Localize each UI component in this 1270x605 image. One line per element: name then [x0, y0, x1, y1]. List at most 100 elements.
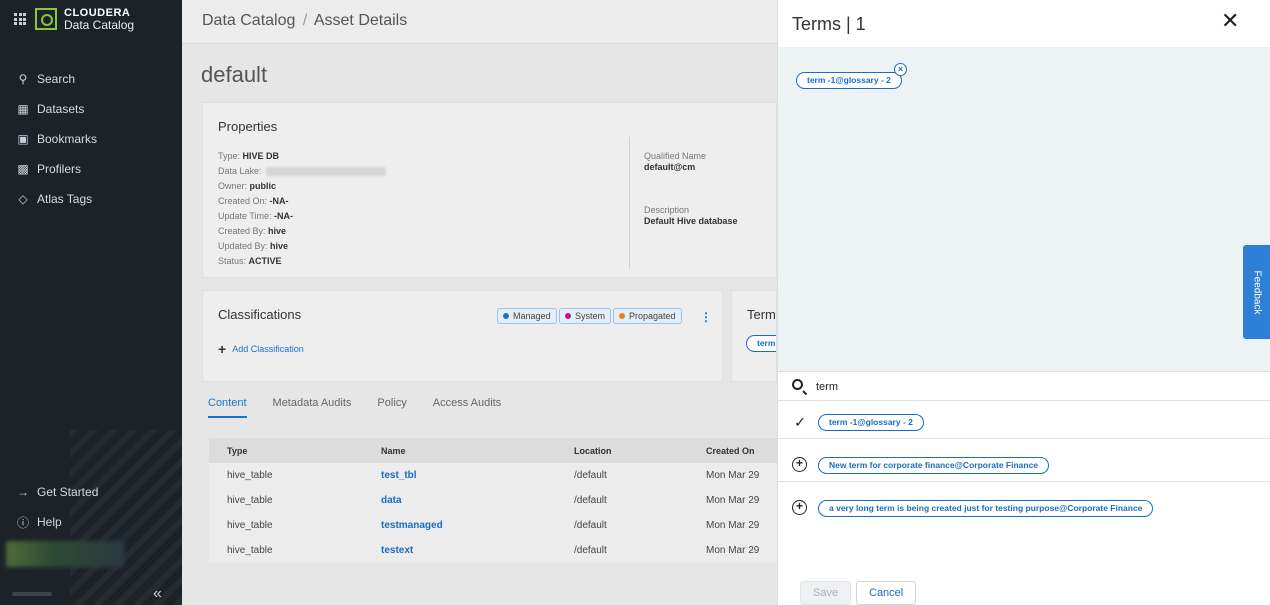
add-circle-icon[interactable]: +: [792, 457, 807, 472]
brand-subtitle: Data Catalog: [64, 18, 135, 32]
sidebar-item-label: Datasets: [37, 102, 85, 116]
result-term-pill[interactable]: term -1@glossary - 2: [818, 414, 924, 431]
cell-created-on: Mon Mar 29: [706, 470, 760, 481]
cell-type: hive_table: [227, 470, 273, 481]
prop-created-on: Created On: -NA-: [218, 196, 289, 206]
term-search-input[interactable]: [816, 378, 1246, 396]
search-result-row[interactable]: + New term for corporate finance@Corpora…: [778, 449, 1270, 482]
cell-location: /default: [574, 470, 607, 481]
column-header-type[interactable]: Type: [209, 446, 381, 456]
table-header: Type Name Location Created On: [209, 438, 777, 463]
cell-type: hive_table: [227, 545, 273, 556]
prop-type: Type: HIVE DB: [218, 151, 280, 161]
breadcrumb-separator: /: [302, 12, 308, 29]
user-profile[interactable]: [6, 541, 124, 567]
sidebar-item-label: Get Started: [37, 485, 99, 499]
propagated-dot-icon: [619, 313, 625, 319]
prop-updated-by: Updated By: hive: [218, 241, 289, 251]
profiler-icon: ▩: [17, 162, 29, 176]
classifications-card: Classifications Managed System Propagate…: [202, 290, 723, 382]
add-circle-icon[interactable]: +: [792, 500, 807, 515]
legend-system[interactable]: System: [559, 308, 612, 324]
sidebar-item-atlas-tags[interactable]: ◇ Atlas Tags: [0, 184, 182, 214]
plus-icon: +: [218, 341, 227, 357]
table-row: hive_table data /default Mon Mar 29: [209, 488, 777, 513]
cloudera-logo-icon: [35, 8, 57, 30]
sidebar-divider: [12, 592, 52, 596]
column-header-location[interactable]: Location: [574, 446, 706, 456]
sidebar-item-bookmarks[interactable]: ▣ Bookmarks: [0, 124, 182, 154]
cell-name-link[interactable]: data: [381, 495, 574, 506]
cell-name-link[interactable]: testext: [381, 545, 574, 556]
search-result-row[interactable]: + a very long term is being created just…: [778, 492, 1270, 525]
sidebar-item-help[interactable]: ⓘ Help: [0, 507, 182, 537]
table-row: hive_table testmanaged /default Mon Mar …: [209, 513, 777, 538]
tab-metadata-audits[interactable]: Metadata Audits: [273, 397, 352, 418]
cell-created-on: Mon Mar 29: [706, 495, 760, 506]
sidebar-item-profilers[interactable]: ▩ Profilers: [0, 154, 182, 184]
content-tabs: Content Metadata Audits Policy Access Au…: [208, 397, 527, 418]
more-options-icon[interactable]: ⋮: [700, 310, 712, 324]
bookmark-icon: ▣: [17, 132, 29, 146]
tab-access-audits[interactable]: Access Audits: [433, 397, 501, 418]
main-content: Data Catalog / Asset Details default Pro…: [182, 0, 777, 605]
tab-policy[interactable]: Policy: [377, 397, 406, 418]
check-icon: ✓: [794, 414, 806, 430]
legend-managed[interactable]: Managed: [497, 308, 557, 324]
collapse-sidebar-icon[interactable]: «: [153, 585, 162, 603]
terms-panel-footer: Save Cancel: [778, 575, 1270, 605]
search-result-row[interactable]: ✓ term -1@glossary - 2: [778, 406, 1270, 439]
close-icon[interactable]: ✕: [1221, 10, 1239, 32]
cell-name-link[interactable]: test_tbl: [381, 470, 574, 481]
sidebar-item-label: Atlas Tags: [37, 192, 93, 206]
tag-icon: ◇: [18, 192, 28, 206]
column-header-name[interactable]: Name: [381, 446, 574, 456]
cell-type: hive_table: [227, 495, 273, 506]
app-grid-icon[interactable]: [14, 13, 26, 25]
prop-update-time: Update Time: -NA-: [218, 211, 294, 221]
prop-created-by: Created By: hive: [218, 226, 287, 236]
sidebar-item-datasets[interactable]: ▦ Datasets: [0, 94, 182, 124]
managed-dot-icon: [503, 313, 509, 319]
cell-location: /default: [574, 495, 607, 506]
help-icon: ⓘ: [16, 515, 29, 530]
sidebar-item-label: Search: [37, 72, 76, 86]
classifications-heading: Classifications: [218, 307, 302, 322]
add-classification-button[interactable]: + Add Classification: [218, 341, 304, 357]
column-header-created-on[interactable]: Created On: [706, 446, 777, 456]
content-table: Type Name Location Created On hive_table…: [209, 438, 777, 563]
cell-name-link[interactable]: testmanaged: [381, 520, 574, 531]
cell-type: hive_table: [227, 520, 273, 531]
tab-content[interactable]: Content: [208, 397, 247, 418]
feedback-tab[interactable]: Feedback: [1243, 245, 1270, 339]
brand[interactable]: CLOUDERA Data Catalog: [0, 0, 182, 38]
prop-owner: Owner: public: [218, 181, 277, 191]
topbar: Data Catalog / Asset Details: [182, 0, 777, 44]
sidebar-nav: ⚲ Search ▦ Datasets ▣ Bookmarks ▩ Profil…: [0, 64, 182, 214]
sidebar-item-get-started[interactable]: → Get Started: [0, 477, 182, 507]
cancel-button[interactable]: Cancel: [856, 581, 917, 605]
selected-terms-area: term -1@glossary - 2 ×: [778, 47, 1270, 371]
sidebar-item-label: Profilers: [37, 162, 82, 176]
term-pill[interactable]: term: [746, 335, 776, 352]
cell-created-on: Mon Mar 29: [706, 520, 760, 531]
system-dot-icon: [565, 313, 571, 319]
sidebar-item-search[interactable]: ⚲ Search: [0, 64, 182, 94]
feedback-label: Feedback: [1251, 270, 1263, 314]
term-search-row: [778, 371, 1270, 401]
properties-card: Properties Type: HIVE DB Data Lake: Owne…: [202, 102, 777, 278]
data-lake-value: [265, 167, 386, 177]
selected-term-pill[interactable]: term -1@glossary - 2: [796, 72, 902, 89]
datasets-icon: ▦: [17, 102, 29, 116]
cell-location: /default: [574, 520, 607, 531]
description: Description Default Hive database: [644, 205, 738, 226]
remove-term-icon[interactable]: ×: [894, 63, 907, 76]
prop-data-lake: Data Lake:: [218, 164, 386, 179]
sidebar: CLOUDERA Data Catalog ⚲ Search ▦ Dataset…: [0, 0, 182, 605]
result-term-pill[interactable]: New term for corporate finance@Corporate…: [818, 457, 1050, 474]
legend-propagated[interactable]: Propagated: [613, 308, 682, 324]
save-button[interactable]: Save: [800, 581, 852, 605]
result-term-pill[interactable]: a very long term is being created just f…: [818, 500, 1154, 517]
breadcrumb-root[interactable]: Data Catalog: [202, 12, 295, 29]
cell-created-on: Mon Mar 29: [706, 545, 760, 556]
